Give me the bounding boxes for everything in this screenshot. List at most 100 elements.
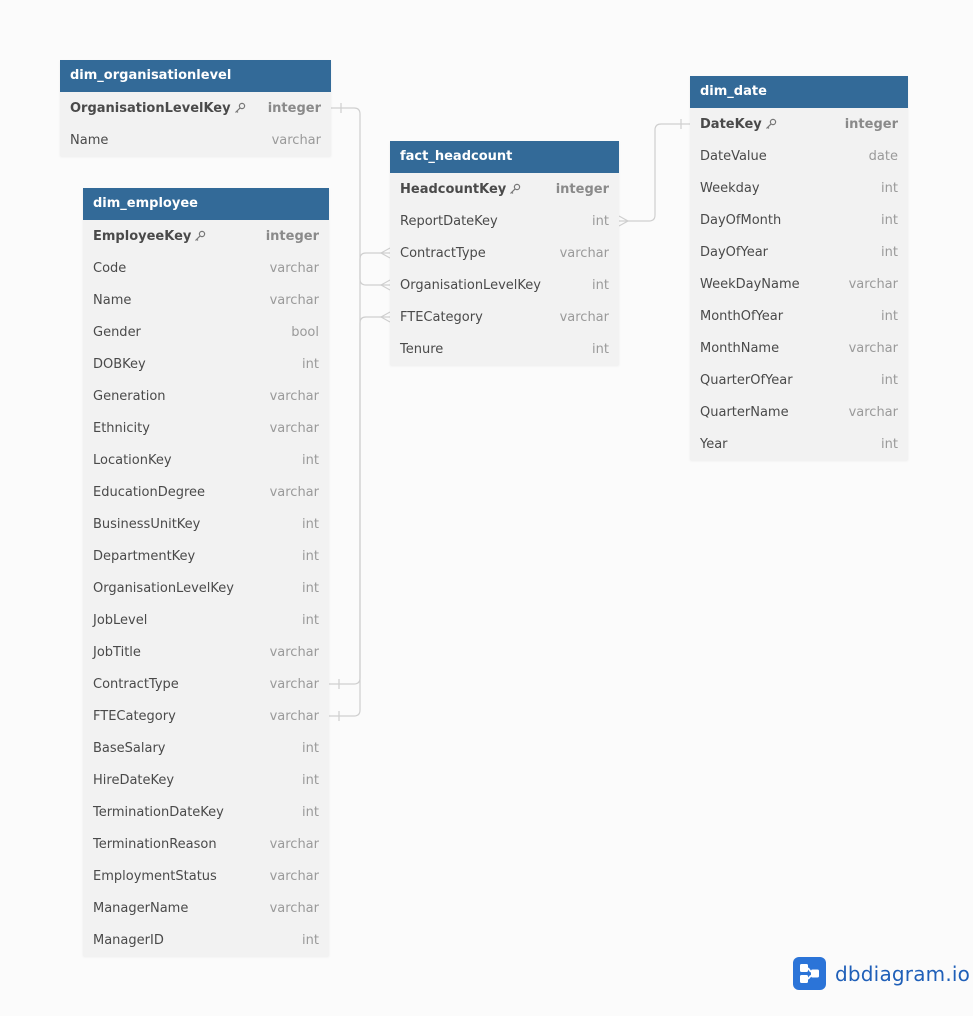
table-dim_organisationlevel[interactable]: dim_organisationlevel OrganisationLevelKe… [60,60,331,156]
field-name-text: ManagerID [93,932,164,948]
field-name-text: OrganisationLevelKey [93,580,234,596]
field-type: varchar [269,644,319,660]
field-name-text: MonthOfYear [700,308,784,324]
field-row[interactable]: Ethnicity varchar [83,412,329,444]
field-name-text: OrganisationLevelKey [70,100,231,116]
field-name-text: TerminationReason [93,836,217,852]
field-row[interactable]: OrganisationLevelKey int [83,572,329,604]
field-row[interactable]: ContractType varchar [83,668,329,700]
field-name: OrganisationLevelKey [70,101,246,116]
relationship-line [329,252,390,685]
field-row[interactable]: MonthOfYear int [690,300,908,332]
field-type: varchar [848,276,898,292]
field-row[interactable]: Tenure int [390,333,619,365]
field-name: Generation [93,389,166,404]
field-type: varchar [269,484,319,500]
field-row[interactable]: Generation varchar [83,380,329,412]
field-row[interactable]: JobTitle varchar [83,636,329,668]
field-row[interactable]: Name varchar [83,284,329,316]
field-row[interactable]: TerminationDateKey int [83,796,329,828]
field-name: TerminationReason [93,837,217,852]
field-row[interactable]: FTECategory varchar [83,700,329,732]
field-type: int [881,372,898,388]
field-row[interactable]: Name varchar [60,124,331,156]
field-row[interactable]: DepartmentKey int [83,540,329,572]
field-row[interactable]: ManagerName varchar [83,892,329,924]
field-name: BusinessUnitKey [93,517,200,532]
field-row[interactable]: Year int [690,428,908,460]
field-row[interactable]: EducationDegree varchar [83,476,329,508]
field-name: DayOfMonth [700,213,781,228]
table-header[interactable]: fact_headcount [390,141,619,173]
field-name-text: ContractType [93,676,179,692]
field-row[interactable]: Code varchar [83,252,329,284]
many-marker [379,279,391,291]
field-row[interactable]: ReportDateKey int [390,205,619,237]
field-row[interactable]: JobLevel int [83,604,329,636]
field-type: int [881,436,898,452]
field-name: MonthName [700,341,779,356]
field-row[interactable]: DayOfYear int [690,236,908,268]
field-name-text: Tenure [400,341,444,357]
diagram-canvas[interactable]: dim_organisationlevel OrganisationLevelKe… [0,0,973,1016]
field-row[interactable]: TerminationReason varchar [83,828,329,860]
table-dim_date[interactable]: dim_date DateKey integer DateValue date Weekd… [690,76,908,460]
field-name: OrganisationLevelKey [400,278,541,293]
field-row[interactable]: DateKey integer [690,108,908,140]
field-row[interactable]: ContractType varchar [390,237,619,269]
field-row[interactable]: LocationKey int [83,444,329,476]
field-row[interactable]: FTECategory varchar [390,301,619,333]
field-type: int [302,804,319,820]
field-row[interactable]: DateValue date [690,140,908,172]
field-name-text: LocationKey [93,452,172,468]
field-name-text: MonthName [700,340,780,356]
field-name-text: ManagerName [93,900,189,916]
field-name: ReportDateKey [400,214,498,229]
brand-name: dbdiagram.io [835,961,971,986]
field-name: ManagerName [93,901,188,916]
field-row[interactable]: MonthName varchar [690,332,908,364]
field-name: Weekday [700,181,760,196]
field-row[interactable]: QuarterName varchar [690,396,908,428]
field-name-text: QuarterName [700,404,789,420]
field-name: Name [70,133,108,148]
field-name: LocationKey [93,453,172,468]
field-type: int [302,452,319,468]
brand-watermark[interactable]: dbdiagram.io [793,957,970,990]
field-type: varchar [848,404,898,420]
table-header[interactable]: dim_employee [83,188,329,220]
field-row[interactable]: Weekday int [690,172,908,204]
field-row[interactable]: DayOfMonth int [690,204,908,236]
field-name: BaseSalary [93,741,166,756]
field-row[interactable]: DOBKey int [83,348,329,380]
field-row[interactable]: BaseSalary int [83,732,329,764]
field-name: WeekDayName [700,277,800,292]
field-type: int [592,277,609,293]
field-row[interactable]: OrganisationLevelKey integer [60,92,331,124]
field-row[interactable]: WeekDayName varchar [690,268,908,300]
field-type: varchar [269,420,319,436]
field-row[interactable]: EmploymentStatus varchar [83,860,329,892]
field-type: bool [291,324,319,340]
field-row[interactable]: HeadcountKey integer [390,173,619,205]
field-row[interactable]: ManagerID int [83,924,329,956]
field-type: varchar [269,260,319,276]
field-row[interactable]: HireDateKey int [83,764,329,796]
field-name-text: HireDateKey [93,772,175,788]
key-icon [509,183,521,195]
field-name-text: EducationDegree [93,484,206,500]
table-fact_headcount[interactable]: fact_headcount HeadcountKey integer ReportD… [390,141,619,365]
field-row[interactable]: EmployeeKey integer [83,220,329,252]
field-name-text: DayOfYear [700,244,769,260]
many-marker [379,247,391,259]
table-header[interactable]: dim_organisationlevel [60,60,331,92]
field-row[interactable]: Gender bool [83,316,329,348]
field-name: QuarterOfYear [700,373,793,388]
field-name: JobLevel [93,613,147,628]
field-row[interactable]: OrganisationLevelKey int [390,269,619,301]
field-row[interactable]: BusinessUnitKey int [83,508,329,540]
table-dim_employee[interactable]: dim_employee EmployeeKey integer Code varcha… [83,188,329,956]
table-header[interactable]: dim_date [690,76,908,108]
field-row[interactable]: QuarterOfYear int [690,364,908,396]
field-type: int [302,612,319,628]
